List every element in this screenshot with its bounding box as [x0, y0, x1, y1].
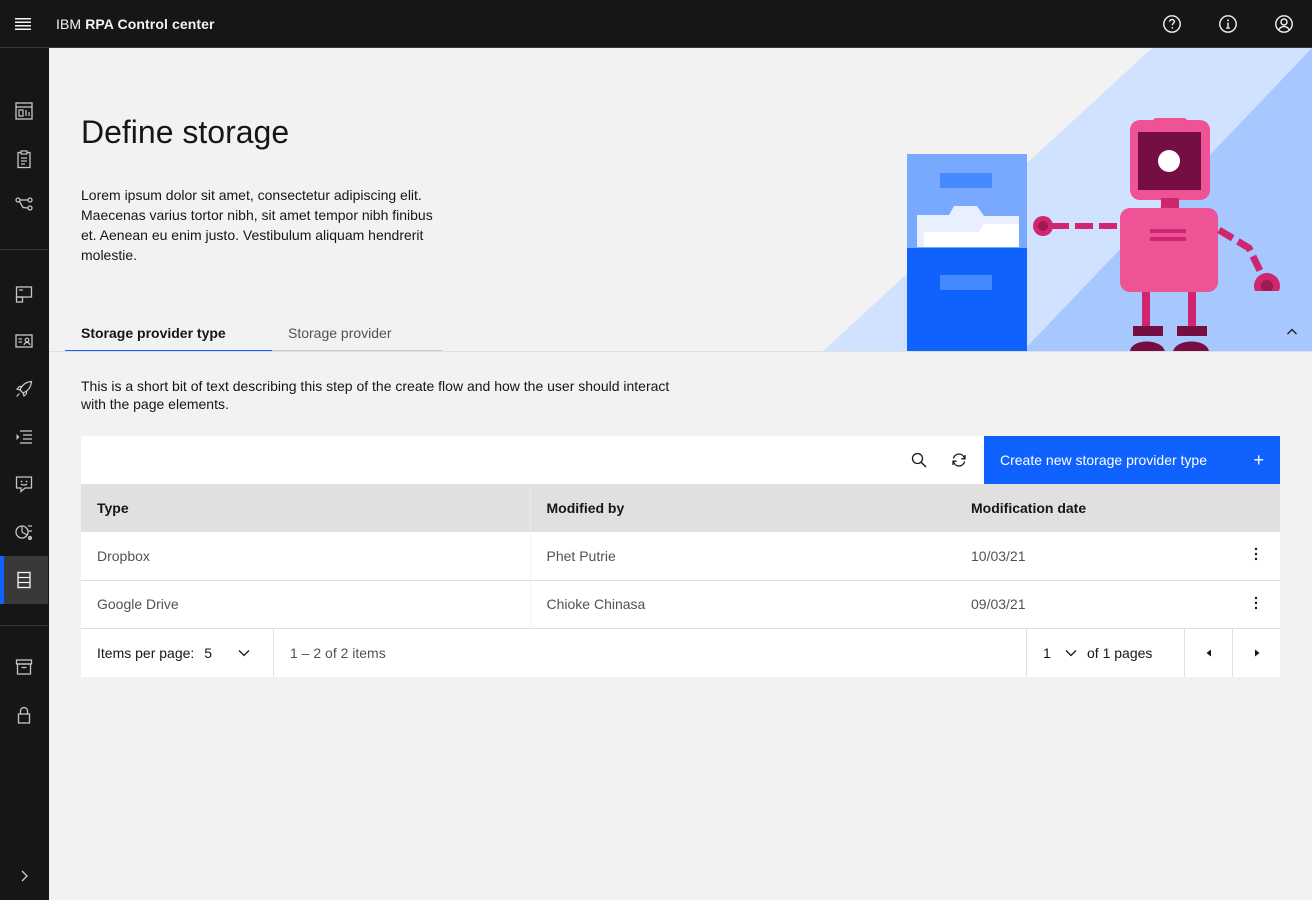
cell-modified-by: Chioke Chinasa	[546, 596, 646, 612]
cell-type: Google Drive	[81, 580, 531, 628]
step-description: This is a short bit of text describing t…	[81, 378, 670, 412]
help-icon	[1163, 15, 1181, 33]
nav-chatbots[interactable]	[0, 460, 48, 508]
nav-security[interactable]	[0, 691, 48, 739]
pagination-bar: Items per page: 5 1 – 2 of 2 items 1 of …	[81, 628, 1280, 677]
info-icon	[1219, 15, 1237, 33]
help-button[interactable]	[1144, 0, 1200, 48]
nav-dashboard[interactable]	[0, 87, 48, 135]
cell-date: 09/03/21	[971, 596, 1026, 612]
search-icon	[911, 452, 927, 468]
caret-right-icon	[1254, 649, 1259, 656]
previous-page-button[interactable]	[1184, 628, 1232, 677]
analytics-icon	[15, 525, 33, 541]
rocket-icon	[15, 380, 33, 398]
chevron-down-icon	[238, 649, 250, 656]
overflow-menu-icon	[1254, 596, 1258, 609]
page-selector: 1 of 1 pages	[1026, 628, 1184, 677]
chevron-up-icon	[1287, 328, 1297, 335]
overflow-menu-icon	[1254, 548, 1258, 561]
nav-computers[interactable]	[0, 270, 48, 318]
nav-workflows[interactable]	[0, 180, 48, 228]
computer-icon	[15, 286, 33, 303]
row-overflow-menu-button[interactable]	[1232, 532, 1280, 580]
nav-deployments[interactable]	[0, 365, 48, 413]
header-type[interactable]: Type	[81, 484, 531, 532]
nav-credentials[interactable]	[0, 317, 48, 365]
row-overflow-menu-button[interactable]	[1232, 580, 1280, 628]
page-description: Lorem ipsum dolor sit amet, consectetur …	[81, 187, 433, 263]
tab-storage-provider[interactable]: Storage provider	[272, 318, 442, 351]
data-table-container: Create new storage provider type + Type …	[81, 436, 1280, 677]
cell-modified-by: Phet Putrie	[546, 547, 616, 564]
nav-analytics[interactable]	[0, 508, 48, 556]
user-profile-button[interactable]	[1256, 0, 1312, 48]
page-total-text: of 1 pages	[1087, 644, 1153, 661]
add-icon: +	[1253, 450, 1264, 470]
collapse-hero-button[interactable]	[1280, 320, 1304, 344]
clipboard-icon	[17, 150, 31, 169]
hamburger-menu-button[interactable]	[0, 0, 48, 48]
items-per-page: Items per page: 5	[81, 628, 274, 677]
refresh-icon	[952, 453, 966, 467]
lock-icon	[17, 706, 31, 724]
tab-list: Storage provider type Storage provider	[65, 318, 442, 351]
items-per-page-label: Items per page:	[97, 644, 195, 661]
chevron-down-icon	[1065, 649, 1077, 656]
items-per-page-select[interactable]: 5	[204, 645, 252, 661]
refresh-button[interactable]	[939, 436, 979, 484]
table-toolbar: Create new storage provider type +	[81, 436, 1280, 484]
top-header: IBM RPA Control center	[0, 0, 1312, 48]
nav-expand-button[interactable]	[0, 852, 48, 900]
tab-storage-provider-type[interactable]: Storage provider type	[65, 318, 272, 351]
page-number-select[interactable]: 1	[1043, 645, 1079, 661]
product-name[interactable]: IBM RPA Control center	[56, 16, 215, 32]
user-avatar-icon	[1275, 15, 1293, 33]
header-modification-date[interactable]: Modification date	[955, 484, 1232, 532]
next-page-button[interactable]	[1232, 628, 1280, 677]
header-actions	[1232, 484, 1280, 532]
storage-icon	[17, 571, 31, 589]
items-per-page-value: 5	[204, 644, 213, 661]
table-header-row: Type Modified by Modification date	[81, 484, 1280, 532]
cell-type: Dropbox	[81, 532, 531, 580]
dashboard-icon	[15, 102, 33, 120]
table-row[interactable]: Dropbox Phet Putrie 10/03/21	[81, 532, 1280, 580]
brand-name: RPA Control center	[85, 15, 215, 32]
list-icon	[16, 430, 32, 444]
nav-tasks[interactable]	[0, 135, 48, 183]
storage-provider-type-table: Type Modified by Modification date Dropb…	[81, 484, 1280, 629]
chevron-right-icon	[21, 870, 28, 882]
chat-bot-icon	[15, 476, 33, 493]
nav-queues[interactable]	[0, 413, 48, 461]
page-hero: Define storage Lorem ipsum dolor sit ame…	[49, 48, 1312, 352]
hamburger-icon	[15, 17, 31, 30]
table-row[interactable]: Google Drive Chioke Chinasa 09/03/21	[81, 580, 1280, 628]
nav-storage[interactable]	[0, 556, 48, 604]
info-button[interactable]	[1200, 0, 1256, 48]
workflow-icon	[15, 197, 33, 211]
brand-prefix: IBM	[56, 15, 82, 32]
cell-date: 10/03/21	[971, 547, 1026, 564]
credentials-icon	[15, 334, 33, 348]
search-button[interactable]	[899, 436, 939, 484]
caret-left-icon	[1206, 649, 1211, 656]
page-number-value: 1	[1043, 644, 1051, 661]
nav-archive[interactable]	[0, 643, 48, 691]
create-storage-provider-type-button[interactable]: Create new storage provider type +	[984, 436, 1280, 484]
side-navigation	[0, 48, 49, 900]
archive-icon	[15, 659, 33, 675]
pagination-range-text: 1 – 2 of 2 items	[290, 644, 386, 661]
header-modified-by[interactable]: Modified by	[530, 484, 955, 532]
page-title: Define storage	[81, 114, 290, 150]
create-button-label: Create new storage provider type	[1000, 452, 1207, 468]
